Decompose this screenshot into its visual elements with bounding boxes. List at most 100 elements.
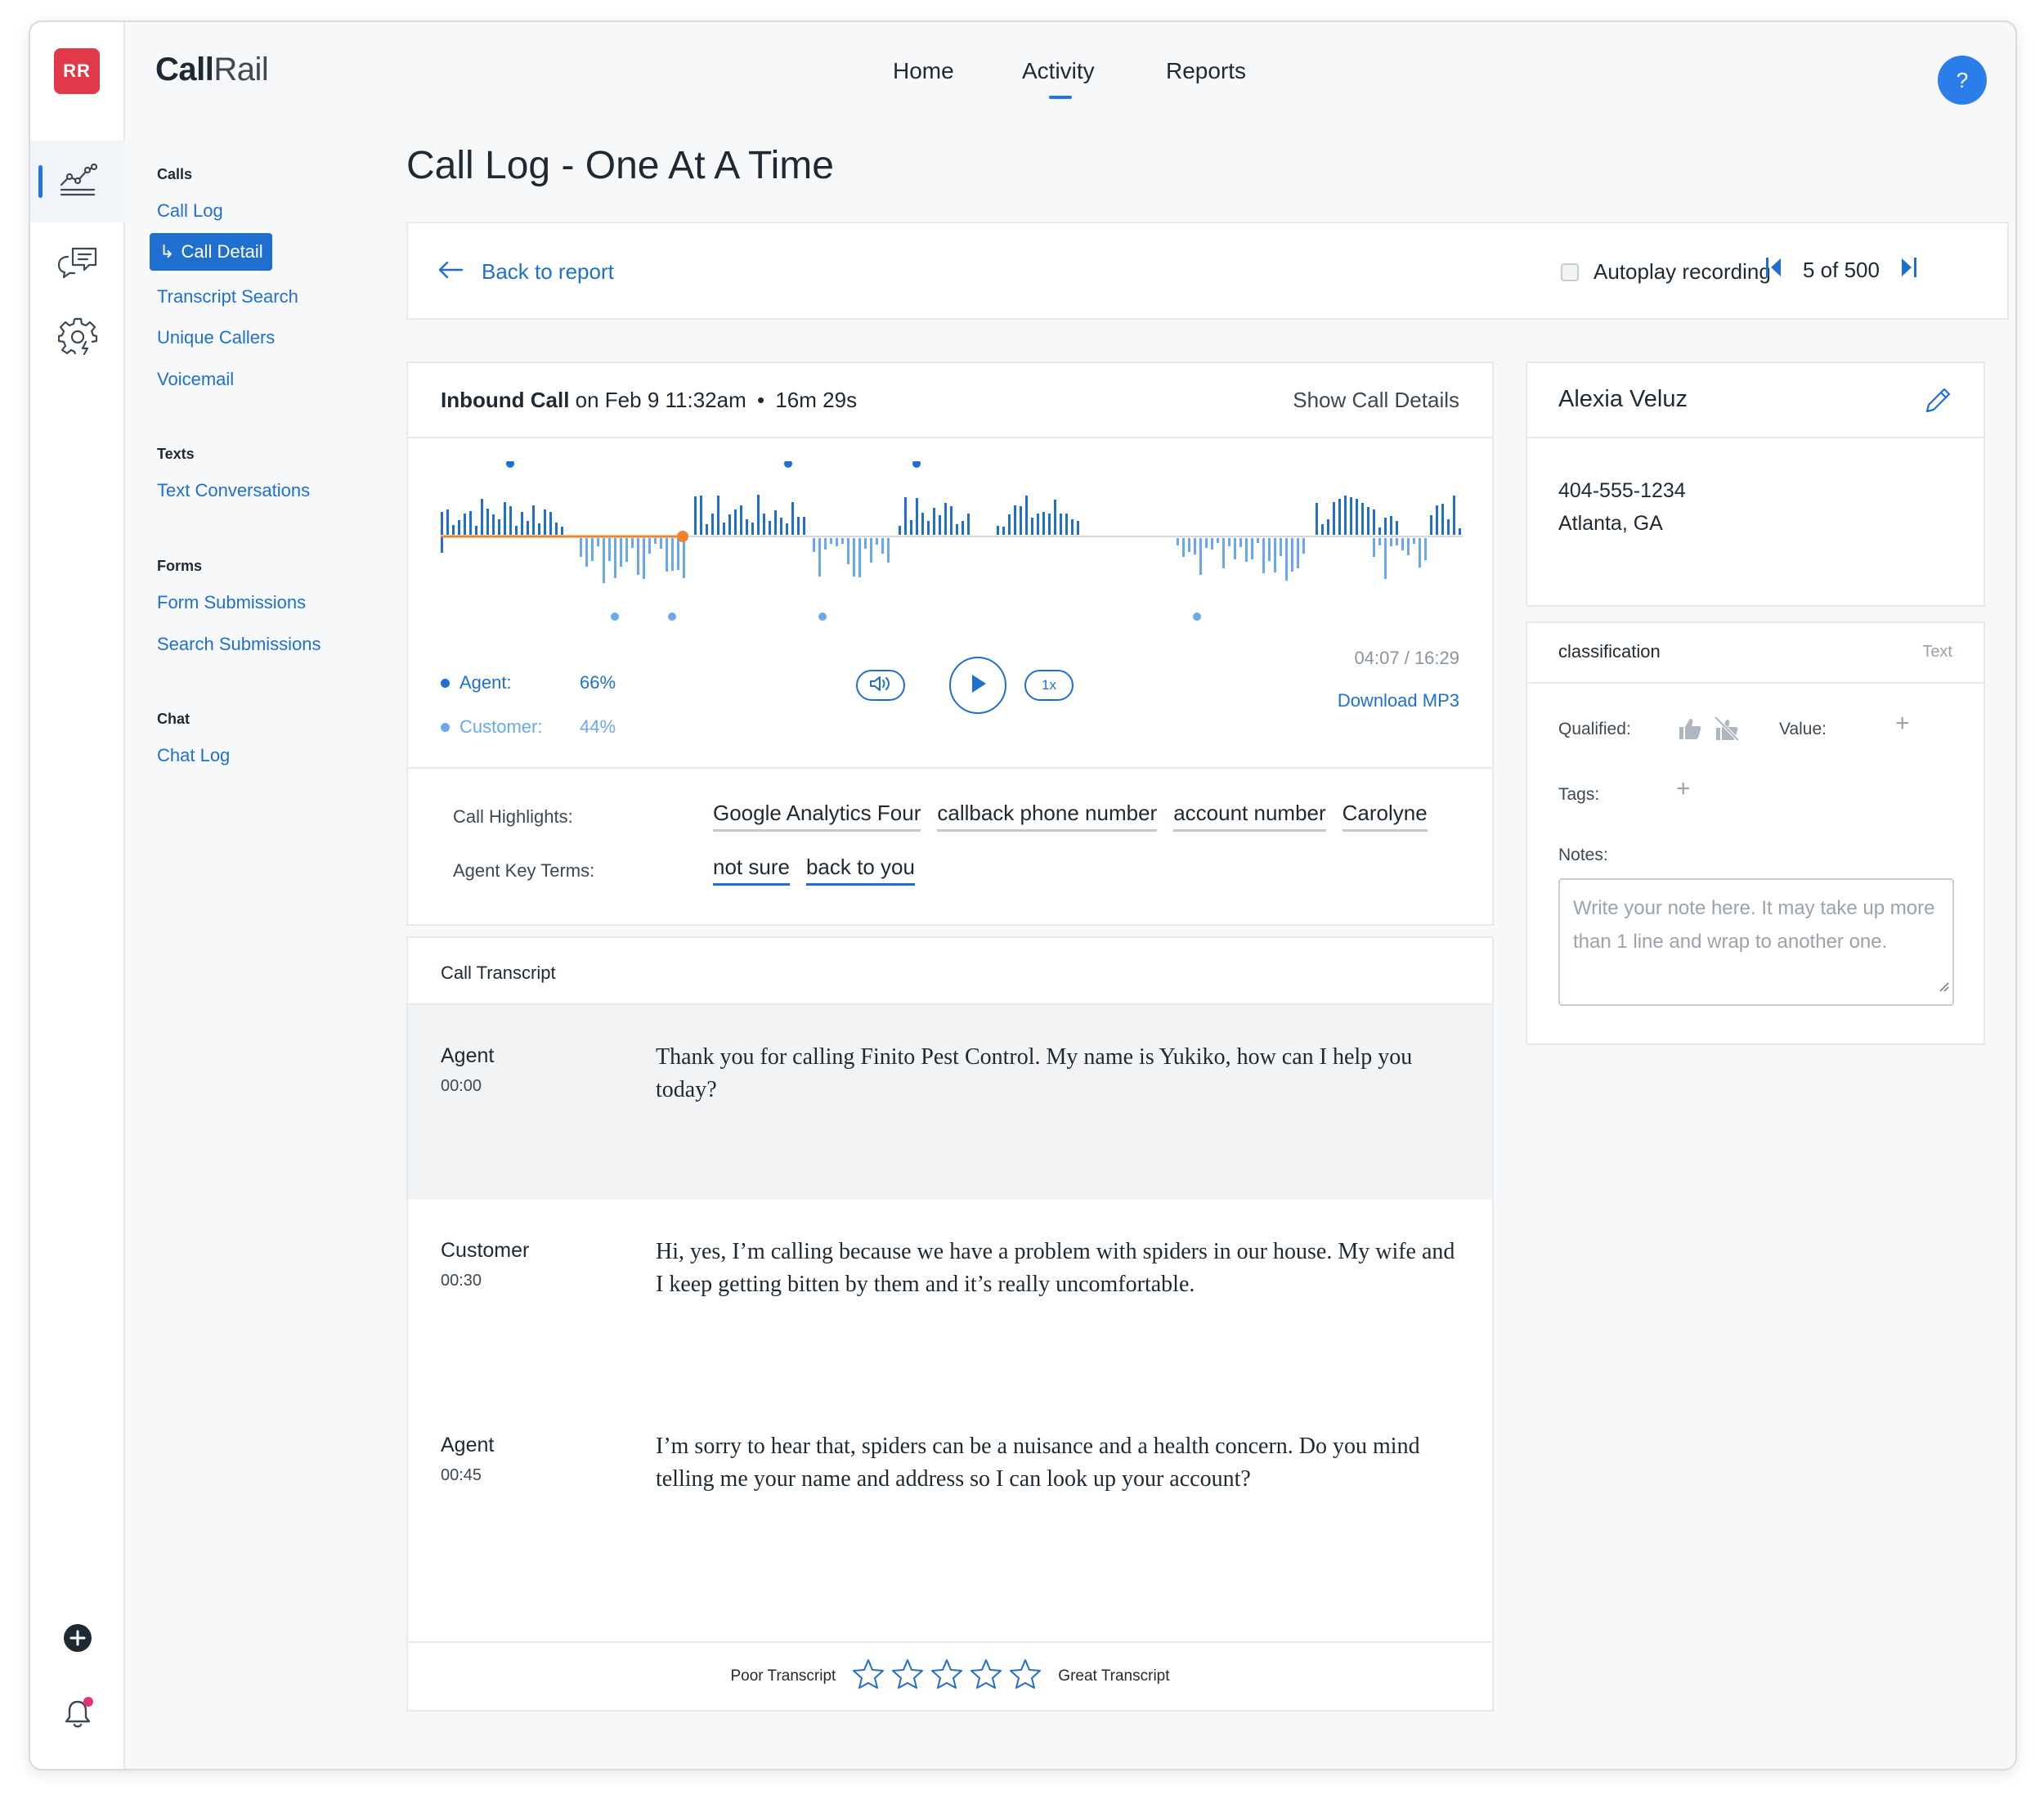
agent-waveform-bar (1014, 505, 1016, 535)
agent-waveform-bar (944, 503, 947, 535)
agent-waveform-bar (1054, 500, 1056, 535)
highlight-chip[interactable]: account number (1173, 801, 1326, 832)
playhead-handle[interactable] (677, 531, 688, 542)
audio-waveform[interactable] (441, 461, 1463, 625)
agent-waveform-bar (774, 510, 777, 535)
thumbs-down-muted-icon[interactable] (1713, 715, 1741, 747)
customer-waveform-bar (813, 538, 815, 552)
customer-marker-dot[interactable] (818, 613, 827, 621)
star-icon[interactable] (852, 1658, 885, 1694)
rail-conversations[interactable] (30, 222, 125, 304)
star-icon[interactable] (891, 1658, 924, 1694)
transcript-timestamp[interactable]: 00:45 (441, 1466, 482, 1485)
customer-waveform-bar (1424, 538, 1427, 560)
customer-waveform-bar (847, 538, 849, 564)
customer-waveform-bar (1194, 538, 1196, 554)
highlight-chip[interactable]: Google Analytics Four (713, 801, 921, 832)
sidebar-item-voicemail[interactable]: Voicemail (157, 369, 234, 390)
agent-waveform-bar (1327, 519, 1329, 535)
playback-speed-button[interactable]: 1x (1024, 670, 1074, 701)
agent-waveform-bar (904, 497, 907, 535)
highlight-chip[interactable]: callback phone number (937, 801, 1158, 832)
notes-textarea[interactable]: Write your note here. It may take up mor… (1558, 878, 1954, 1006)
back-to-report-link[interactable]: Back to report (437, 259, 614, 285)
download-mp3-link[interactable]: Download MP3 (1338, 690, 1459, 711)
play-button[interactable] (949, 657, 1006, 714)
agent-key-terms-list: not sure back to you (713, 855, 915, 886)
autoplay-toggle[interactable]: Autoplay recording (1561, 259, 1771, 285)
divider (1527, 682, 1983, 684)
rail-add[interactable] (30, 1623, 125, 1657)
caller-phone: 404-555-1234 (1558, 479, 1686, 502)
sidebar-item-text-conversations[interactable]: Text Conversations (157, 480, 310, 501)
sidebar-item-unique-callers[interactable]: Unique Callers (157, 327, 275, 348)
volume-button[interactable] (856, 670, 905, 701)
customer-waveform-bar (1285, 538, 1288, 581)
star-icon[interactable] (930, 1658, 963, 1694)
agent-term-chip[interactable]: back to you (805, 855, 915, 886)
agent-talk-legend: Agent: 66% (441, 672, 616, 693)
divider (1527, 437, 1983, 438)
sidebar-item-call-detail[interactable]: ↳ Call Detail (150, 233, 272, 271)
star-icon[interactable] (1009, 1658, 1042, 1694)
agent-waveform-bar (527, 521, 529, 535)
nav-activity[interactable]: Activity (1022, 58, 1095, 99)
add-value-icon[interactable]: + (1895, 710, 1910, 738)
customer-marker-dot[interactable] (611, 613, 619, 621)
sidebar-item-transcript-search[interactable]: Transcript Search (157, 286, 298, 307)
show-call-details-button[interactable]: Show Call Details (1293, 388, 1459, 413)
sidebar-item-call-log[interactable]: Call Log (157, 200, 223, 222)
previous-record-button[interactable] (1765, 256, 1783, 285)
agent-waveform-bar (1031, 518, 1033, 535)
sidebar-item-form-submissions[interactable]: Form Submissions (157, 592, 306, 613)
customer-waveform-bar (1297, 538, 1299, 568)
resize-handle-icon[interactable] (1938, 969, 1949, 1003)
agent-waveform-bar (751, 523, 754, 535)
highlight-chip[interactable]: Carolyne (1342, 801, 1428, 832)
agent-marker-dot[interactable] (784, 461, 792, 468)
logo-light: Rail (213, 52, 269, 88)
classification-card: classification Text Qualified: Value: + … (1526, 622, 1985, 1045)
nav-reports[interactable]: Reports (1166, 58, 1246, 84)
customer-talk-percent: 44% (580, 716, 616, 737)
transcript-timestamp[interactable]: 00:30 (441, 1272, 482, 1290)
customer-waveform-bar (614, 538, 616, 578)
agent-marker-dot[interactable] (506, 461, 514, 468)
agent-waveform-bar (797, 517, 800, 535)
sidebar-item-chat-log[interactable]: Chat Log (157, 745, 230, 766)
transcript-speaker: Customer (441, 1239, 530, 1262)
account-avatar[interactable]: RR (54, 48, 100, 94)
rail-notifications[interactable] (30, 1697, 125, 1732)
rail-activity[interactable] (30, 141, 125, 222)
customer-waveform-bar (580, 538, 582, 557)
back-to-report-label: Back to report (482, 259, 614, 284)
customer-waveform-bar (1222, 538, 1225, 568)
edit-pencil-icon[interactable] (1923, 384, 1954, 420)
agent-waveform-bar (561, 527, 563, 535)
agent-waveform-bar (1042, 512, 1045, 535)
next-record-button[interactable] (1899, 256, 1917, 285)
rail-settings[interactable] (30, 296, 125, 378)
star-icon[interactable] (970, 1658, 1002, 1694)
callrail-logo[interactable]: CallRail (155, 52, 269, 88)
agent-waveform-bar (997, 526, 999, 535)
customer-waveform-bar (1384, 538, 1387, 579)
add-tag-icon[interactable]: + (1676, 775, 1691, 803)
help-button[interactable]: ? (1938, 56, 1987, 105)
autoplay-checkbox[interactable] (1561, 263, 1579, 281)
agent-waveform-bar (769, 521, 771, 535)
agent-marker-dot[interactable] (912, 461, 921, 468)
agent-waveform-bar (910, 520, 912, 535)
customer-waveform-bar (1205, 538, 1208, 548)
customer-waveform-bar (824, 538, 827, 550)
sidebar-item-search-submissions[interactable]: Search Submissions (157, 634, 321, 655)
thumbs-up-icon[interactable] (1677, 716, 1703, 745)
agent-term-chip[interactable]: not sure (713, 855, 790, 886)
customer-marker-dot[interactable] (1193, 613, 1201, 621)
transcript-timestamp[interactable]: 00:00 (441, 1077, 482, 1096)
customer-marker-dot[interactable] (668, 613, 676, 621)
classification-mode[interactable]: Text (1922, 643, 1952, 662)
sidebar-heading-texts: Texts (157, 446, 195, 462)
agent-waveform-bar (1396, 521, 1398, 535)
nav-home[interactable]: Home (893, 58, 954, 84)
